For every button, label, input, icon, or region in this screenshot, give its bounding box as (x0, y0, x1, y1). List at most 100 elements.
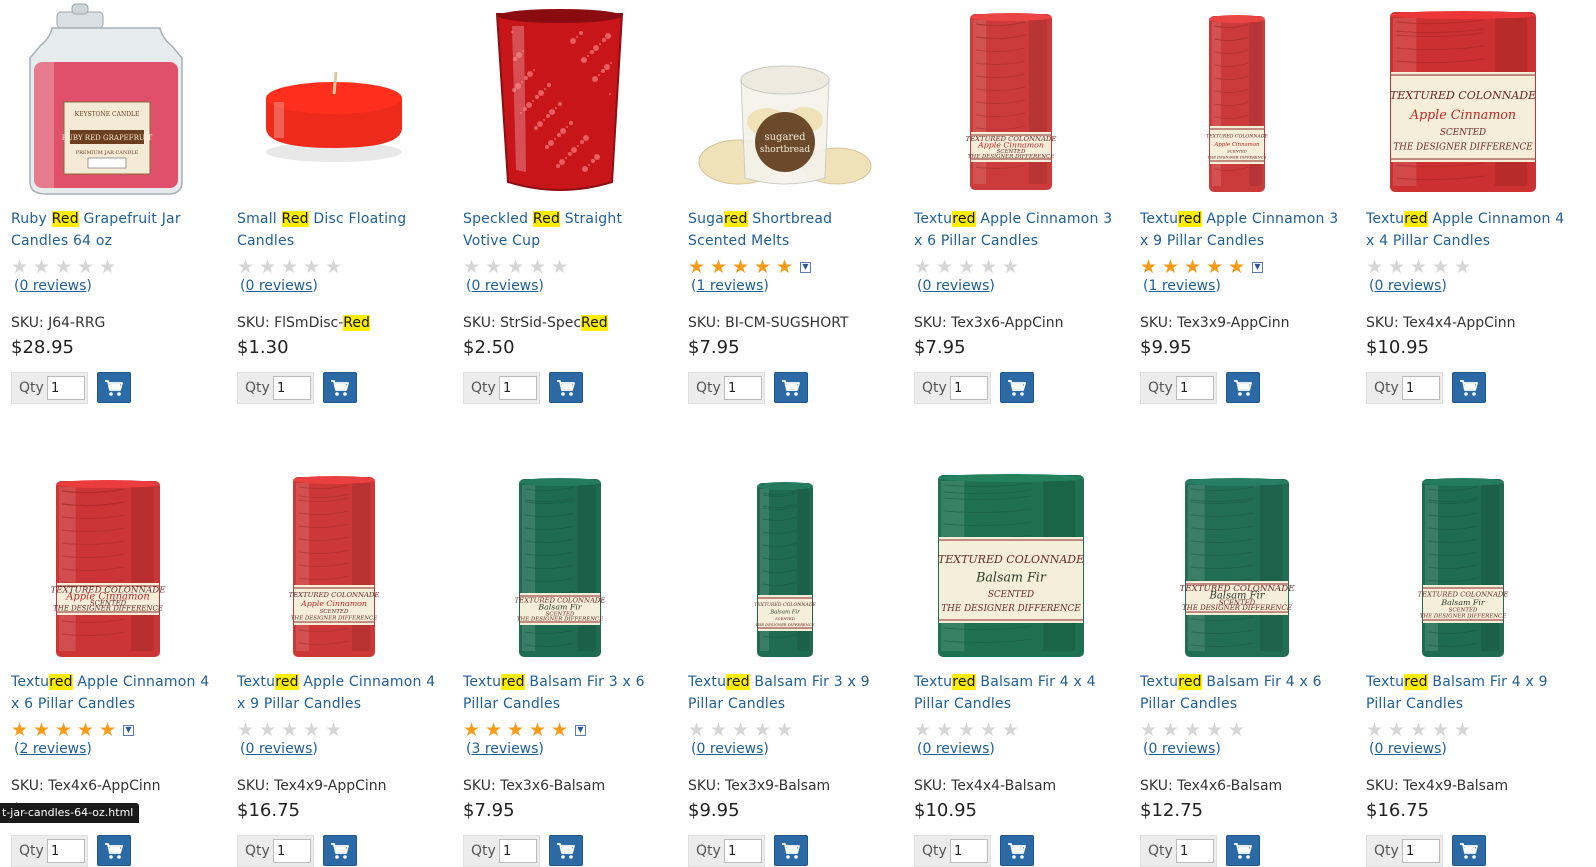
pillar-candle-image: TEXTURED COLONNADEBalsam FirSCENTEDTHE D… (515, 478, 605, 657)
product-price: $16.75 (237, 800, 300, 821)
product-image-link[interactable]: TEXTURED COLONNADE Apple Cinnamon SCENTED T… (0, 463, 215, 663)
reviews-link[interactable]: 0 reviews (19, 278, 86, 294)
product-title-link[interactable]: Textured Balsam Fir 3 x 9 Pillar Candles (688, 671, 888, 715)
quantity-input[interactable] (1176, 839, 1214, 863)
svg-text:Apple Cinnamon: Apple Cinnamon (1214, 142, 1261, 148)
text-fragment: SKU: Tex4x6-Balsam (1140, 778, 1283, 794)
qty-label: Qty (696, 843, 721, 859)
product-title-link[interactable]: Sugared Shortbread Scented Melts (688, 208, 888, 252)
reviews-link[interactable]: 0 reviews (1374, 741, 1441, 757)
product-image-link[interactable] (452, 0, 667, 200)
quantity-input[interactable] (1176, 376, 1214, 400)
add-to-cart-button[interactable] (1000, 372, 1034, 403)
reviews-link[interactable]: 0 reviews (245, 278, 312, 294)
product-sku: SKU: StrSid-SpecRed (463, 315, 608, 331)
product-title-link[interactable]: Textured Balsam Fir 3 x 6 Pillar Candles (463, 671, 663, 715)
add-to-cart-button[interactable] (1226, 372, 1260, 403)
quantity-input[interactable] (47, 376, 85, 400)
product-image-link[interactable]: TEXTURED COLONNADE Balsam Fir SCENTED THE D… (1355, 463, 1570, 663)
add-to-cart-button[interactable] (97, 372, 131, 403)
reviews-link[interactable]: 1 reviews (696, 278, 763, 294)
quantity-input[interactable] (950, 376, 988, 400)
svg-text:shortbread: shortbread (760, 145, 811, 155)
add-to-cart-button[interactable] (549, 372, 583, 403)
quantity-input[interactable] (1402, 376, 1440, 400)
product-title-link[interactable]: Ruby Red Grapefruit Jar Candles 64 oz (11, 208, 211, 252)
product-image-link[interactable]: TEXTURED COLONNADE Balsam Fir SCENTED THE D… (1129, 463, 1344, 663)
add-to-cart-button[interactable] (1000, 835, 1034, 866)
reviews-link[interactable]: 0 reviews (245, 741, 312, 757)
product-title-link[interactable]: Speckled Red Straight Votive Cup (463, 208, 663, 252)
product-image-link[interactable]: TEXTURED COLONNADE Balsam Fir SCENTED THE D… (452, 463, 667, 663)
text-fragment: Textu (1140, 674, 1179, 690)
product-title-link[interactable]: Textured Apple Cinnamon 4 x 9 Pillar Can… (237, 671, 437, 715)
rating-dropdown-icon[interactable]: ▼ (1252, 261, 1263, 273)
jar-candle-image: KEYSTONE CANDLE RUBY RED GRAPEFRUIT PREMIU… (29, 3, 183, 195)
star-icon: ★ (33, 256, 51, 278)
quantity-input[interactable] (273, 376, 311, 400)
star-icon: ★ (1366, 256, 1384, 278)
reviews-link[interactable]: 0 reviews (696, 741, 763, 757)
add-to-cart-button[interactable] (774, 835, 808, 866)
product-title-link[interactable]: Textured Balsam Fir 4 x 9 Pillar Candles (1366, 671, 1566, 715)
add-to-cart-button[interactable] (1452, 372, 1486, 403)
product-title-link[interactable]: Small Red Disc Floating Candles (237, 208, 437, 252)
star-icon: ★ (1228, 719, 1246, 741)
quantity-input[interactable] (950, 839, 988, 863)
pillar-candle-image: TEXTURED COLONNADEBalsam FirSCENTEDTHE D… (1179, 478, 1295, 657)
product-image-link[interactable]: TEXTURED COLONNADE Apple Cinnamon SCENTED T… (903, 0, 1118, 200)
reviews-wrapper: (0 reviews) (1143, 741, 1221, 757)
product-title-link[interactable]: Textured Apple Cinnamon 4 x 4 Pillar Can… (1366, 208, 1566, 252)
reviews-link[interactable]: 0 reviews (1148, 741, 1215, 757)
svg-text:Balsam Fir: Balsam Fir (1440, 598, 1486, 607)
star-icon: ★ (1410, 719, 1428, 741)
star-rating: ★ ★ ★ ★ ★ ▼ (1140, 258, 1263, 277)
reviews-link[interactable]: 0 reviews (922, 278, 989, 294)
add-to-cart-button[interactable] (323, 835, 357, 866)
rating-dropdown-icon[interactable]: ▼ (575, 724, 586, 736)
quantity-input[interactable] (47, 839, 85, 863)
reviews-link[interactable]: 1 reviews (1148, 278, 1215, 294)
product-title-link[interactable]: Textured Apple Cinnamon 4 x 6 Pillar Can… (11, 671, 211, 715)
quantity-input[interactable] (1402, 839, 1440, 863)
product-title-link[interactable]: Textured Balsam Fir 4 x 6 Pillar Candles (1140, 671, 1340, 715)
reviews-link[interactable]: 0 reviews (471, 278, 538, 294)
rating-dropdown-icon[interactable]: ▼ (123, 724, 134, 736)
add-to-cart-button[interactable] (549, 835, 583, 866)
add-to-cart-button[interactable] (774, 372, 808, 403)
product-image-link[interactable]: sugared shortbread (677, 0, 892, 200)
product-image-link[interactable]: TEXTURED COLONNADE Apple Cinnamon SCENTED T… (1355, 0, 1570, 200)
product-image-link[interactable]: TEXTURED COLONNADE Balsam Fir SCENTED THE D… (903, 463, 1118, 663)
quantity-input[interactable] (724, 839, 762, 863)
product-title-link[interactable]: Textured Balsam Fir 4 x 4 Pillar Candles (914, 671, 1114, 715)
add-to-cart-button[interactable] (1226, 835, 1260, 866)
quantity-box: Qty (237, 372, 314, 404)
quantity-input[interactable] (273, 839, 311, 863)
reviews-link[interactable]: 2 reviews (19, 741, 86, 757)
product-image-link[interactable] (226, 0, 441, 200)
quantity-input[interactable] (499, 839, 537, 863)
product-image-link[interactable]: TEXTURED COLONNADE Balsam Fir SCENTED THE D… (677, 463, 892, 663)
product-image-link[interactable]: TEXTURED COLONNADE Apple Cinnamon SCENTED T… (1129, 0, 1344, 200)
quantity-input[interactable] (724, 376, 762, 400)
add-to-cart-button[interactable] (1452, 835, 1486, 866)
quantity-input[interactable] (499, 376, 537, 400)
reviews-link[interactable]: 0 reviews (922, 741, 989, 757)
product-title-link[interactable]: Textured Apple Cinnamon 3 x 9 Pillar Can… (1140, 208, 1340, 252)
product-image-link[interactable]: TEXTURED COLONNADE Apple Cinnamon SCENTED T… (226, 463, 441, 663)
shopping-cart-icon (1008, 842, 1026, 859)
product-image-link[interactable]: KEYSTONE CANDLE RUBY RED GRAPEFRUIT PREMIU… (0, 0, 215, 200)
reviews-link[interactable]: 3 reviews (471, 741, 538, 757)
rating-dropdown-icon[interactable]: ▼ (800, 261, 811, 273)
reviews-link[interactable]: 0 reviews (1374, 278, 1441, 294)
reviews-wrapper: (0 reviews) (691, 741, 769, 757)
add-to-cart-button[interactable] (323, 372, 357, 403)
svg-text:THE DESIGNER DIFFERENCE: THE DESIGNER DIFFERENCE (53, 605, 163, 613)
product-title-link[interactable]: Textured Apple Cinnamon 3 x 6 Pillar Can… (914, 208, 1114, 252)
quantity-box: Qty (1140, 372, 1217, 404)
star-icon: ★ (1432, 719, 1450, 741)
shopping-cart-icon (782, 379, 800, 396)
shopping-cart-icon (1008, 379, 1026, 396)
search-highlight: Red (532, 211, 561, 227)
add-to-cart-button[interactable] (97, 835, 131, 866)
